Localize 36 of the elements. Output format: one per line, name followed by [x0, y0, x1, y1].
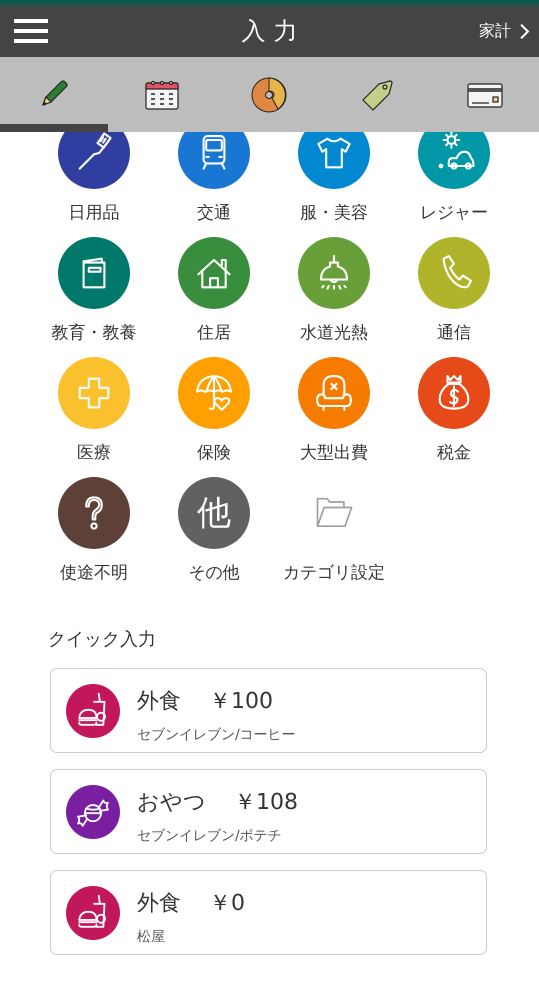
category-label: 服・美容 — [300, 202, 368, 225]
category-name: 外食 — [137, 890, 181, 918]
quick-entry-card[interactable]: おやつ ￥108 セブンイレブン/ポテチ — [50, 769, 487, 854]
category-label: 使途不明 — [60, 562, 128, 585]
quick-entry-card[interactable]: 外食 ￥100 セブンイレブン/コーヒー — [50, 668, 487, 753]
chevron-right-icon[interactable] — [519, 22, 530, 40]
category-label: 日用品 — [68, 202, 120, 225]
category-label: レジャー — [420, 202, 488, 225]
amount: ￥108 — [234, 788, 298, 816]
menu-icon[interactable] — [14, 19, 48, 43]
section-title: クイック入力 — [48, 628, 157, 651]
category-button[interactable] — [58, 132, 130, 189]
screen-title: 入力 — [240, 16, 306, 47]
category-label: 医療 — [77, 442, 111, 465]
category-label: 交通 — [197, 202, 231, 225]
category-label: 水道光熱 — [300, 322, 368, 345]
amount: ￥100 — [209, 688, 273, 716]
category-label: 通信 — [437, 322, 471, 345]
memo-text: 松屋 — [137, 928, 166, 946]
category-name: おやつ — [137, 788, 206, 816]
quick-entry-card[interactable]: 外食 ￥0 松屋 — [50, 870, 487, 955]
memo-text: セブンイレブン/コーヒー — [137, 726, 296, 744]
donut-chart-icon — [249, 74, 290, 114]
category-button[interactable]: 他 — [178, 477, 250, 549]
category-label: 税金 — [437, 442, 471, 465]
category-label: 大型出費 — [300, 442, 368, 465]
household-link[interactable]: 家計 — [479, 20, 530, 42]
category-label: 住居 — [197, 322, 231, 345]
memo-text: セブンイレブン/ポテチ — [137, 826, 283, 844]
category-label: カテゴリ設定 — [283, 562, 385, 585]
category-name: 外食 — [137, 688, 181, 716]
category-label: 保険 — [197, 442, 231, 465]
category-label: その他 — [188, 562, 240, 585]
amount: ￥0 — [209, 890, 245, 918]
category-button[interactable] — [178, 132, 250, 189]
category-label: 教育・教養 — [52, 322, 136, 345]
